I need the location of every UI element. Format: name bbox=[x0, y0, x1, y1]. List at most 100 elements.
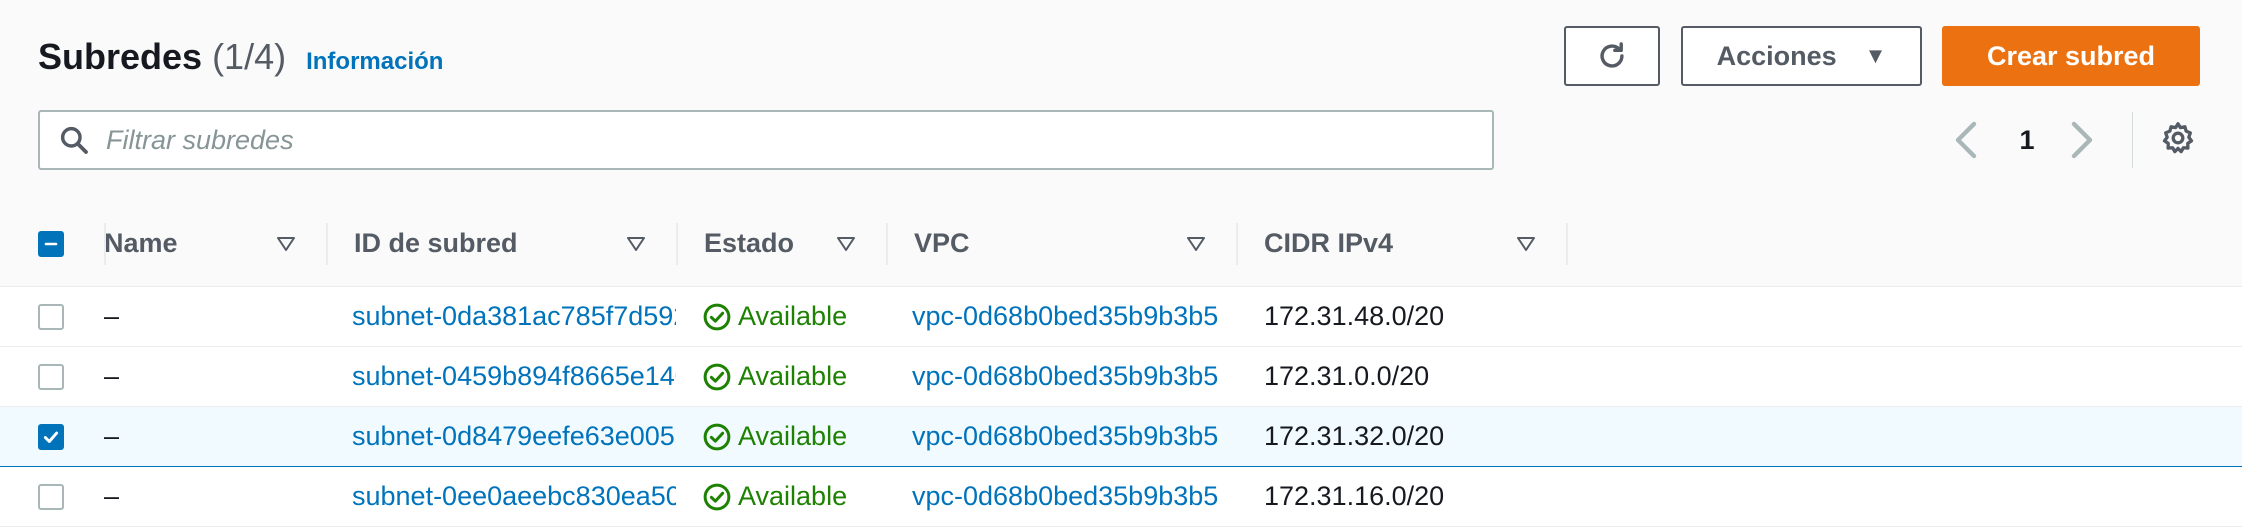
name-cell: – bbox=[104, 406, 326, 467]
vpc-cell: vpc-0d68b0bed35b9b3b5 bbox=[886, 406, 1236, 467]
name-value: – bbox=[104, 361, 120, 391]
status-indicator: Available bbox=[702, 361, 886, 392]
cidr-cell: 172.31.16.0/20 bbox=[1236, 466, 1566, 527]
refresh-button[interactable] bbox=[1564, 26, 1660, 86]
table-row[interactable]: – subnet-0ee0aeebc830ea50c Available vpc… bbox=[0, 466, 2242, 527]
status-cell: Available bbox=[676, 466, 886, 527]
status-indicator: Available bbox=[702, 481, 886, 512]
cidr-cell: 172.31.48.0/20 bbox=[1236, 286, 1566, 347]
row-checkbox[interactable] bbox=[38, 483, 64, 510]
row-select-cell bbox=[0, 466, 104, 527]
select-all-header bbox=[0, 201, 104, 287]
name-value: – bbox=[104, 481, 120, 511]
subnet-id-link[interactable]: subnet-0459b894f8665e140 bbox=[352, 361, 676, 391]
overflow-cell bbox=[1566, 406, 2242, 467]
title-row: Subredes (1/4) Información bbox=[38, 36, 443, 78]
status-cell: Available bbox=[676, 406, 886, 467]
actions-dropdown-button[interactable]: Acciones ▼ bbox=[1681, 26, 1922, 86]
check-circle-icon bbox=[702, 302, 732, 332]
status-indicator: Available bbox=[702, 301, 886, 332]
subnet-id-link[interactable]: subnet-0da381ac785f7d592 bbox=[352, 301, 676, 331]
sort-caret-icon bbox=[836, 236, 856, 252]
vpc-link[interactable]: vpc-0d68b0bed35b9b3b5 bbox=[912, 301, 1218, 331]
column-label-status: Estado bbox=[704, 228, 795, 258]
chevron-right-icon bbox=[2071, 121, 2093, 159]
status-text: Available bbox=[738, 301, 848, 331]
create-subnet-label: Crear subred bbox=[1986, 40, 2156, 71]
name-cell: – bbox=[104, 346, 326, 407]
vpc-link[interactable]: vpc-0d68b0bed35b9b3b5 bbox=[912, 361, 1218, 391]
caret-down-icon: ▼ bbox=[1864, 43, 1887, 68]
overflow-cell bbox=[1566, 466, 2242, 527]
minus-icon bbox=[44, 242, 58, 245]
row-select-cell bbox=[0, 406, 104, 467]
table-row[interactable]: – subnet-0da381ac785f7d592 Available vpc… bbox=[0, 286, 2242, 347]
gear-icon bbox=[2162, 122, 2194, 154]
row-checkbox[interactable] bbox=[38, 363, 64, 390]
subnet-id-link[interactable]: subnet-0ee0aeebc830ea50c bbox=[352, 481, 676, 511]
cidr-value: 172.31.0.0/20 bbox=[1264, 361, 1430, 391]
next-page-button[interactable] bbox=[2070, 112, 2104, 168]
name-cell: – bbox=[104, 286, 326, 347]
subnets-panel: Subredes (1/4) Información Acciones ▼ Cr… bbox=[0, 0, 2242, 530]
column-header-vpc[interactable]: VPC bbox=[886, 201, 1236, 287]
column-label-name: Name bbox=[104, 228, 178, 258]
sort-caret-icon bbox=[626, 236, 646, 252]
column-header-cidr[interactable]: CIDR IPv4 bbox=[1236, 201, 1566, 287]
row-select-cell bbox=[0, 346, 104, 407]
preferences-button[interactable] bbox=[2160, 120, 2200, 160]
column-separator bbox=[1236, 223, 1238, 265]
selection-count: (1/4) bbox=[212, 36, 287, 77]
row-checkbox[interactable] bbox=[38, 303, 64, 330]
check-circle-icon bbox=[702, 482, 732, 512]
column-header-name[interactable]: Name bbox=[104, 201, 326, 287]
column-separator bbox=[886, 223, 888, 265]
status-text: Available bbox=[738, 481, 848, 511]
subnet-id-cell: subnet-0da381ac785f7d592 bbox=[326, 286, 676, 347]
sort-caret-icon bbox=[1516, 236, 1536, 252]
row-checkbox-checked[interactable] bbox=[38, 423, 64, 450]
vpc-cell: vpc-0d68b0bed35b9b3b5 bbox=[886, 466, 1236, 527]
refresh-icon bbox=[1600, 42, 1624, 68]
table-row-selected[interactable]: – subnet-0d8479eefe63e0056 Available vpc… bbox=[0, 406, 2242, 467]
subnet-id-cell: subnet-0ee0aeebc830ea50c bbox=[326, 466, 676, 527]
column-separator bbox=[1566, 223, 1568, 265]
table-row[interactable]: – subnet-0459b894f8665e140 Available vpc… bbox=[0, 346, 2242, 407]
vpc-cell: vpc-0d68b0bed35b9b3b5 bbox=[886, 346, 1236, 407]
vpc-cell: vpc-0d68b0bed35b9b3b5 bbox=[886, 286, 1236, 347]
subnet-id-cell: subnet-0d8479eefe63e0056 bbox=[326, 406, 676, 467]
row-select-cell bbox=[0, 286, 104, 347]
column-label-cidr: CIDR IPv4 bbox=[1264, 228, 1394, 258]
filter-search-box[interactable] bbox=[38, 110, 1494, 170]
info-link[interactable]: Información bbox=[306, 48, 443, 76]
name-value: – bbox=[104, 421, 120, 451]
vpc-link[interactable]: vpc-0d68b0bed35b9b3b5 bbox=[912, 481, 1218, 511]
current-page-number[interactable]: 1 bbox=[2012, 112, 2042, 168]
column-separator bbox=[676, 223, 678, 265]
overflow-cell bbox=[1566, 346, 2242, 407]
vpc-link[interactable]: vpc-0d68b0bed35b9b3b5 bbox=[912, 421, 1218, 451]
column-header-subnet-id[interactable]: ID de subred bbox=[326, 201, 676, 287]
cidr-value: 172.31.48.0/20 bbox=[1264, 301, 1445, 331]
cidr-cell: 172.31.0.0/20 bbox=[1236, 346, 1566, 407]
column-separator bbox=[104, 223, 106, 265]
check-circle-icon bbox=[702, 422, 732, 452]
select-all-checkbox[interactable] bbox=[38, 230, 64, 257]
create-subnet-button[interactable]: Crear subred bbox=[1942, 26, 2200, 86]
status-text: Available bbox=[738, 361, 848, 391]
column-header-status[interactable]: Estado bbox=[676, 201, 886, 287]
page-title: Subredes bbox=[38, 36, 203, 77]
status-indicator: Available bbox=[702, 421, 886, 452]
status-cell: Available bbox=[676, 346, 886, 407]
chevron-left-icon bbox=[1955, 121, 1977, 159]
column-label-vpc: VPC bbox=[914, 228, 970, 258]
table-header-row: Name ID de subred Estado VPC CIDR IPv4 bbox=[0, 201, 2242, 287]
column-label-subnet-id: ID de subred bbox=[354, 228, 518, 258]
subnets-table: Name ID de subred Estado VPC CIDR IPv4 –… bbox=[0, 201, 2242, 527]
previous-page-button[interactable] bbox=[1952, 112, 1986, 168]
cidr-value: 172.31.32.0/20 bbox=[1264, 421, 1445, 451]
subnet-id-link[interactable]: subnet-0d8479eefe63e0056 bbox=[352, 421, 676, 451]
overflow-cell bbox=[1566, 286, 2242, 347]
filter-subnets-input[interactable] bbox=[106, 124, 1426, 156]
sort-caret-icon bbox=[1186, 236, 1206, 252]
